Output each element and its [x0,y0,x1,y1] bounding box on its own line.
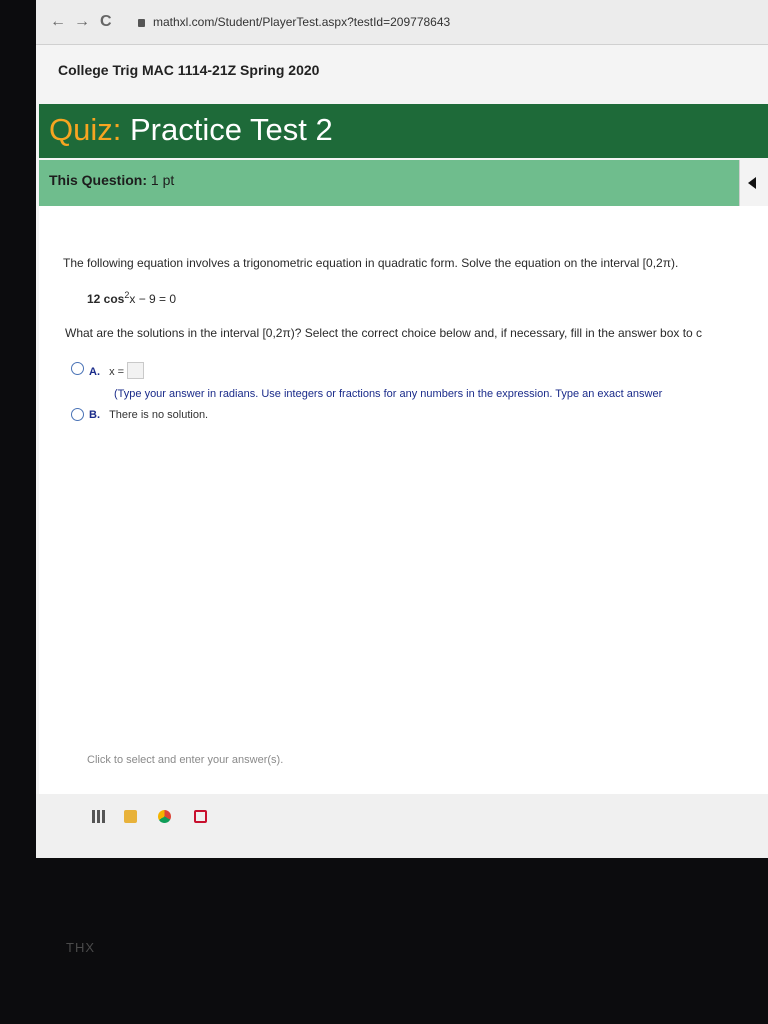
url-text: mathxl.com/Student/PlayerTest.aspx?testI… [153,15,451,29]
choice-b-radio[interactable] [71,408,84,421]
choice-a[interactable]: A. x = [89,362,145,379]
task-view-icon[interactable] [92,810,105,823]
file-explorer-icon[interactable] [124,810,137,823]
quiz-title: Quiz: Practice Test 2 [49,112,333,148]
taskbar [36,794,768,858]
browser-toolbar: ← → C mathxl.com/Student/PlayerTest.aspx… [36,0,768,45]
chrome-icon[interactable] [158,810,171,823]
lock-icon [138,19,145,27]
course-title: College Trig MAC 1114-21Z Spring 2020 [58,62,320,78]
choice-a-text: x = [109,366,125,378]
forward-icon[interactable]: → [74,13,90,31]
choice-a-radio[interactable] [71,362,84,375]
question-prompt: The following equation involves a trigon… [63,256,679,270]
screen: ← → C mathxl.com/Student/PlayerTest.aspx… [36,0,768,858]
question-label: This Question: [49,172,147,188]
reload-icon[interactable]: C [100,13,112,31]
answer-box[interactable] [127,362,145,379]
question-points: This Question: 1 pt [49,172,174,188]
left-arrow-icon [748,177,756,189]
quiz-header: Quiz: Practice Test 2 [39,104,768,158]
question-bar: This Question: 1 pt [39,160,739,206]
points-value: 1 pt [150,172,175,188]
equation-coef: 12 cos [87,292,125,306]
answer-hint: Click to select and enter your answer(s)… [87,754,284,766]
choice-b-text: There is no solution. [109,409,209,421]
instruction: What are the solutions in the interval [… [65,326,703,340]
back-icon[interactable]: ← [50,13,66,31]
choice-b-letter: B. [89,409,100,421]
equation: 12 cos2x − 9 = 0 [87,290,176,306]
mcafee-icon[interactable] [194,810,207,823]
address-bar[interactable]: mathxl.com/Student/PlayerTest.aspx?testI… [138,15,450,29]
choice-a-note: (Type your answer in radians. Use intege… [114,388,663,400]
choice-b[interactable]: B. There is no solution. [89,409,208,421]
previous-question-button[interactable] [739,160,768,206]
choice-a-letter: A. [89,366,100,378]
quiz-name: Practice Test 2 [129,112,333,147]
equation-rest: x − 9 = 0 [129,292,177,306]
question-content: The following equation involves a trigon… [39,206,768,858]
monitor-logo: THX [66,940,95,955]
quiz-prefix: Quiz: [49,112,122,147]
